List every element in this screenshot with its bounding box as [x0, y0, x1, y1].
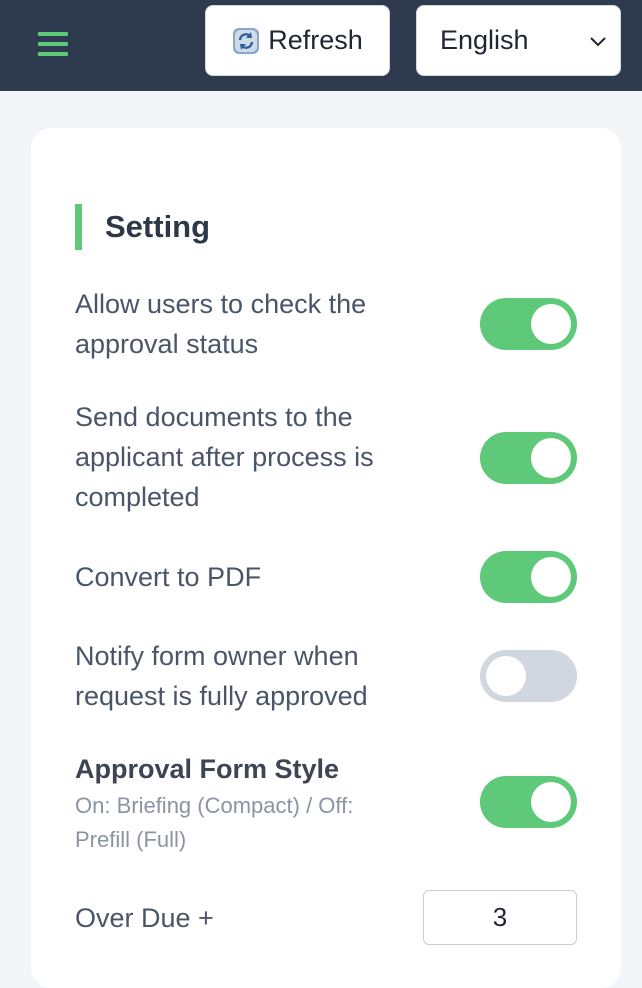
toggle-send-documents[interactable]: [480, 432, 577, 484]
settings-title: Setting: [105, 209, 211, 244]
overdue-label: Over Due +: [75, 903, 214, 933]
overdue-days-input[interactable]: [423, 890, 577, 945]
language-value: English: [440, 25, 529, 55]
refresh-icon: [232, 27, 260, 55]
toggle-notify-owner[interactable]: [480, 650, 577, 702]
title-accent-bar: [75, 204, 82, 250]
toggle-convert-pdf[interactable]: [480, 551, 577, 603]
section-title: Setting: [75, 204, 210, 250]
chevron-down-icon: [590, 37, 606, 47]
setting-label-notify-owner: Notify form owner when request is fully …: [75, 641, 368, 711]
settings-card: Setting Allow users to check the approva…: [31, 128, 621, 988]
setting-sublabel-approval-form-style: On: Briefing (Compact) / Off: Prefill (F…: [75, 793, 354, 852]
hamburger-menu-icon[interactable]: [38, 32, 68, 58]
refresh-button[interactable]: Refresh: [205, 5, 390, 76]
top-bar: Refresh English: [0, 0, 642, 91]
setting-label-approval-form-style: Approval Form Style: [75, 754, 340, 784]
setting-label-send-documents: Send documents to the applicant after pr…: [75, 402, 374, 512]
refresh-label: Refresh: [268, 25, 363, 55]
toggle-check-approval-status[interactable]: [480, 298, 577, 350]
language-select[interactable]: English: [416, 5, 621, 76]
toggle-approval-form-style[interactable]: [480, 776, 577, 828]
setting-label-convert-pdf: Convert to PDF: [75, 562, 262, 592]
setting-label-check-approval-status: Allow users to check the approval status: [75, 289, 367, 359]
